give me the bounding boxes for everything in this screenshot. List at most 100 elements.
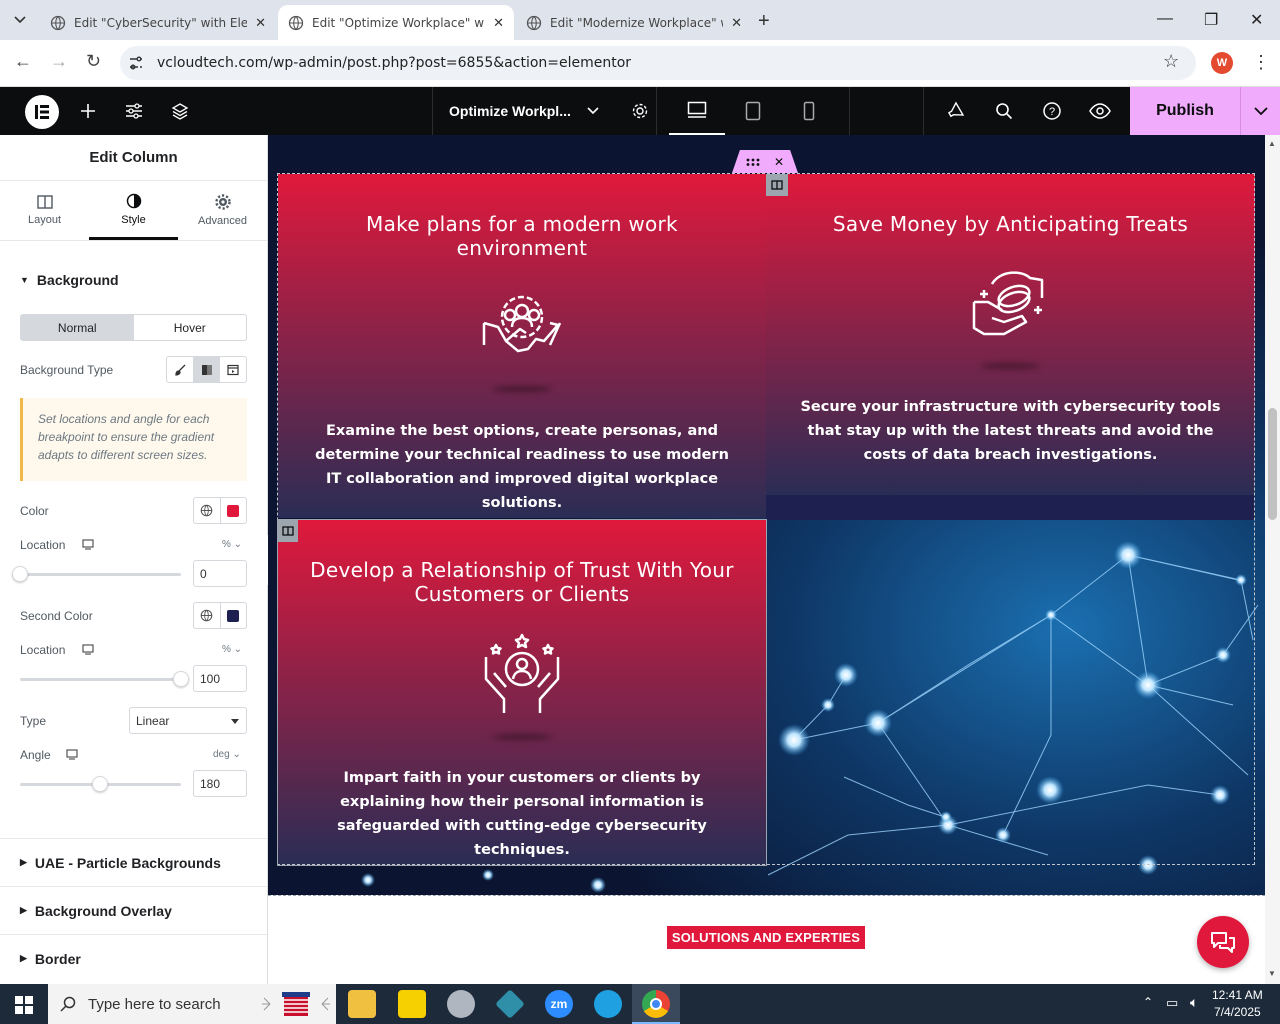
column-handle[interactable]: [766, 174, 788, 196]
system-clock[interactable]: 12:41 AM 7/4/2025: [1212, 987, 1263, 1021]
file-explorer-icon[interactable]: [348, 990, 376, 1018]
type-label: Type: [20, 714, 47, 728]
tab-layout[interactable]: Layout: [0, 181, 89, 240]
browser-tab-2[interactable]: Edit "Optimize Workplace" with ✕: [278, 5, 514, 40]
angle-slider[interactable]: [20, 776, 181, 792]
tablet-icon: [745, 101, 761, 121]
slider-handle[interactable]: [12, 566, 28, 582]
close-window-button[interactable]: ✕: [1250, 10, 1263, 30]
zoom-icon[interactable]: zm: [545, 990, 573, 1018]
desktop-responsive-icon[interactable]: [82, 539, 94, 550]
slider-handle[interactable]: [173, 671, 189, 687]
hover-state-tab[interactable]: Hover: [134, 315, 247, 340]
scroll-down-arrow-icon[interactable]: ▼: [1268, 969, 1276, 978]
document-title-button[interactable]: Optimize Workpl...: [432, 87, 657, 135]
section-handle[interactable]: ✕: [732, 150, 798, 173]
network-icon[interactable]: ▭: [1166, 995, 1178, 1011]
caret-right-icon: ▶: [20, 953, 27, 963]
reload-button[interactable]: ↻: [86, 51, 101, 72]
search-icon[interactable]: [992, 99, 1016, 123]
location-input[interactable]: 0: [193, 560, 247, 587]
close-icon[interactable]: ✕: [255, 15, 266, 31]
browser-tab-3[interactable]: Edit "Modernize Workplace" wi ✕: [516, 5, 752, 40]
page-settings-gear-icon[interactable]: [631, 102, 649, 120]
global-colors-globe-icon[interactable]: [194, 498, 221, 523]
address-bar[interactable]: vcloudtech.com/wp-admin/post.php?post=68…: [120, 46, 1196, 80]
close-icon[interactable]: ✕: [493, 15, 504, 31]
add-element-icon[interactable]: [76, 99, 100, 123]
bookmark-star-icon[interactable]: ☆: [1163, 51, 1179, 72]
color-swatch-button[interactable]: [221, 498, 247, 523]
app-icon[interactable]: [447, 990, 475, 1018]
publish-button[interactable]: Publish: [1130, 87, 1240, 135]
profile-avatar[interactable]: W: [1211, 52, 1233, 74]
layers-icon[interactable]: [168, 99, 192, 123]
clock-time: 12:41 AM: [1212, 988, 1263, 1002]
elementor-top-bar: Optimize Workpl... ? Publish: [0, 87, 1280, 135]
desktop-responsive-icon[interactable]: [66, 749, 78, 760]
location2-input[interactable]: 100: [193, 665, 247, 692]
edge-browser-icon[interactable]: [594, 990, 622, 1018]
back-button[interactable]: ←: [14, 51, 32, 72]
edit-column-panel: Edit Column Layout Style Advanced ▼ Back…: [0, 135, 268, 984]
taskbar-search-box[interactable]: Type here to search: [48, 984, 336, 1024]
accordion-border[interactable]: ▶ Border: [0, 934, 267, 982]
restore-button[interactable]: ❐: [1204, 10, 1218, 30]
mobile-view-button[interactable]: [781, 87, 837, 135]
close-icon[interactable]: ✕: [731, 15, 742, 31]
app-icon[interactable]: [495, 989, 525, 1019]
canvas-scrollbar[interactable]: ▲ ▼: [1265, 135, 1280, 984]
site-settings-icon[interactable]: [128, 55, 144, 71]
minimize-button[interactable]: —: [1157, 10, 1173, 28]
volume-icon[interactable]: 🔈︎: [1190, 994, 1198, 1011]
background-section-header[interactable]: ▼ Background: [0, 272, 139, 288]
tab-label: Layout: [27, 214, 62, 226]
notifications-megaphone-icon[interactable]: [944, 99, 968, 123]
sticky-notes-icon[interactable]: [398, 990, 426, 1018]
drag-handle-icon[interactable]: [746, 158, 760, 166]
site-settings-sliders-icon[interactable]: [122, 99, 146, 123]
forward-button[interactable]: →: [50, 51, 68, 72]
location-unit-select[interactable]: % ⌄: [222, 539, 242, 550]
column-handle[interactable]: [278, 520, 298, 542]
accordion-background-overlay[interactable]: ▶ Background Overlay: [0, 886, 267, 934]
angle-unit-select[interactable]: deg ⌄: [213, 749, 241, 760]
tab-style[interactable]: Style: [89, 181, 178, 240]
chat-button[interactable]: [1197, 916, 1249, 968]
close-icon[interactable]: ✕: [774, 155, 784, 169]
tab-advanced[interactable]: Advanced: [178, 181, 267, 240]
new-tab-button[interactable]: +: [758, 10, 770, 33]
browser-tab-1[interactable]: Edit "CyberSecurity" with Eleme ✕: [40, 5, 276, 40]
search-highlight-image: [260, 988, 332, 1020]
global-colors-globe-icon[interactable]: [194, 603, 221, 628]
tablet-view-button[interactable]: [725, 87, 781, 135]
normal-state-tab[interactable]: Normal: [21, 315, 134, 340]
video-icon[interactable]: [220, 357, 246, 382]
show-hidden-icons-chevron-icon[interactable]: ⌃: [1143, 995, 1153, 1009]
scroll-up-arrow-icon[interactable]: ▲: [1268, 139, 1276, 148]
preview-eye-icon[interactable]: [1088, 99, 1112, 123]
location2-unit-select[interactable]: % ⌄: [222, 644, 242, 655]
accordion-particle-backgrounds[interactable]: ▶ UAE - Particle Backgrounds: [0, 838, 267, 886]
publish-options-button[interactable]: [1240, 87, 1280, 135]
globe-icon: [288, 15, 304, 30]
angle-input[interactable]: 180: [193, 770, 247, 797]
desktop-responsive-icon[interactable]: [82, 644, 94, 655]
location2-label: Location: [20, 643, 66, 657]
elementor-logo-icon[interactable]: [25, 95, 59, 129]
chrome-taskbar-button[interactable]: [632, 984, 680, 1024]
scrollbar-thumb[interactable]: [1268, 408, 1277, 520]
help-icon[interactable]: ?: [1040, 99, 1064, 123]
location-slider[interactable]: [12, 566, 181, 582]
desktop-view-button[interactable]: [669, 87, 725, 135]
browser-menu-icon[interactable]: ⋮: [1252, 52, 1270, 73]
windows-start-icon[interactable]: [15, 996, 33, 1014]
slider-handle[interactable]: [92, 776, 108, 792]
gradient-icon[interactable]: [193, 357, 221, 382]
tab-search-button[interactable]: [8, 8, 32, 32]
classic-brush-icon[interactable]: [167, 357, 194, 382]
gradient-type-select[interactable]: Linear: [129, 707, 247, 734]
second-color-swatch-button[interactable]: [221, 603, 247, 628]
accordion-label: Background Overlay: [34, 902, 172, 919]
location2-slider[interactable]: [20, 671, 189, 687]
